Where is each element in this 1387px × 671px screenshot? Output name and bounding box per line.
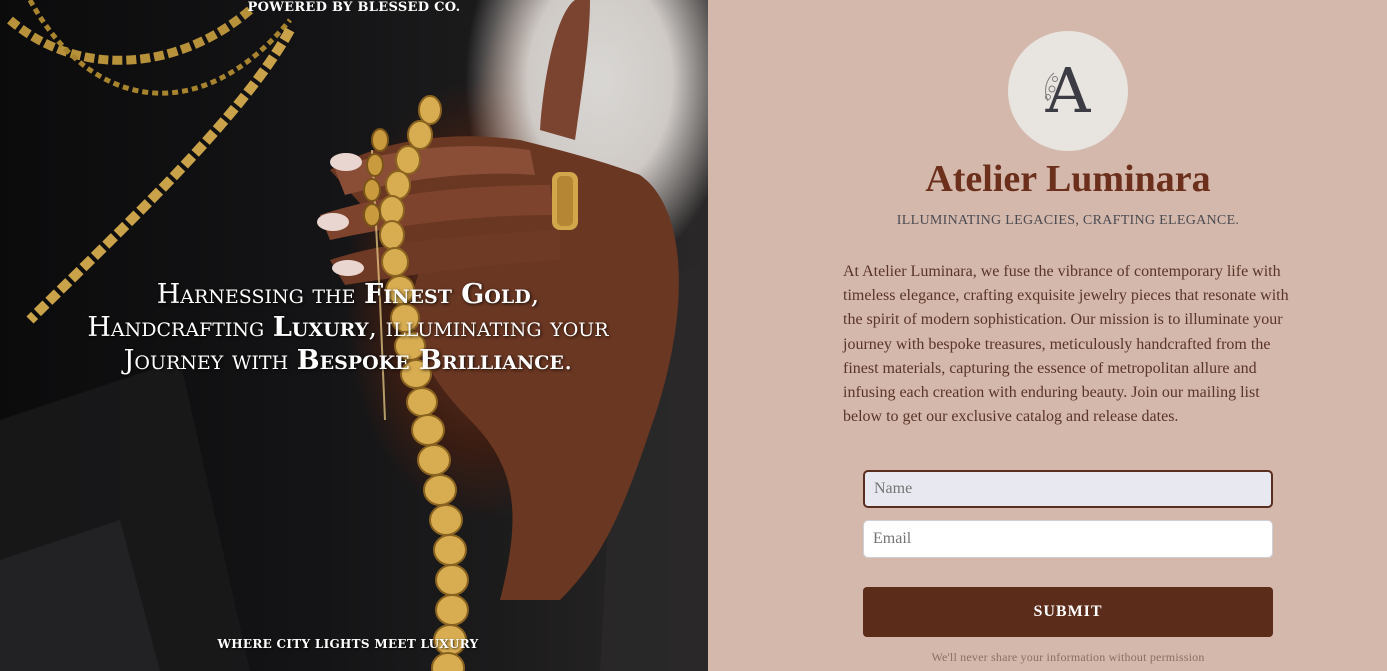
brand-description: At Atelier Luminara, we fuse the vibranc… [843, 263, 1289, 426]
hero-bottom-label: WHERE CITY LIGHTS MEET LUXURY [217, 637, 479, 651]
headline-text: . [563, 345, 573, 376]
headline-text: , [530, 279, 540, 310]
brand-tagline: ILLUMINATING LEGACIES, CRAFTING ELEGANCE… [896, 213, 1240, 228]
headline-emphasis: Finest Gold [364, 279, 531, 310]
hero-image-panel: POWERED BY BLESSED CO. Harnessing the Fi… [0, 0, 708, 671]
privacy-note: We'll never share your information witho… [931, 650, 1205, 664]
headline-emphasis: Luxury [272, 312, 369, 343]
hero-headline: Harnessing the Finest Gold, Handcrafting… [0, 278, 696, 377]
headline-text: , illuminating your [368, 312, 609, 343]
powered-by-label: POWERED BY BLESSED CO. [247, 0, 461, 15]
name-input[interactable] [863, 470, 1273, 508]
signup-panel: A Atelier Luminara ILLUMINATING LEGACIES… [708, 0, 1387, 671]
logo-letter: A [1045, 54, 1091, 127]
headline-emphasis: Bespoke Brilliance [296, 345, 564, 376]
headline-text: Handcrafting [87, 312, 273, 343]
brand-logo: A [1008, 31, 1128, 151]
submit-button[interactable]: SUBMIT [863, 587, 1273, 637]
headline-text: Journey with [123, 345, 297, 376]
headline-text: Harnessing the [156, 279, 365, 310]
brand-name: Atelier Luminara [925, 158, 1211, 200]
email-input[interactable] [863, 520, 1273, 558]
